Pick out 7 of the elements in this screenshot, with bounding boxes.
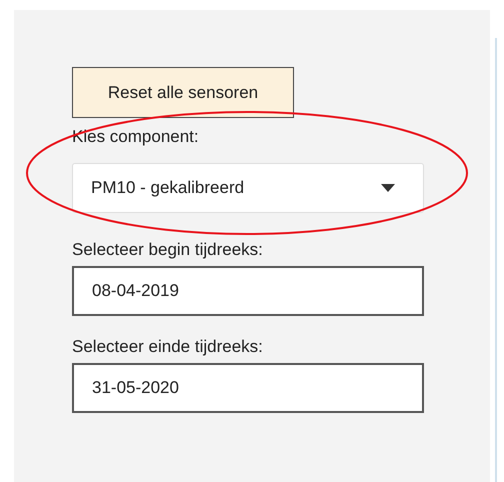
component-select[interactable]: PM10 - gekalibreerd xyxy=(72,163,424,213)
date-field[interactable]: 31-05-2020 xyxy=(72,363,424,413)
reset-button[interactable]: Reset alle sensoren xyxy=(72,67,294,118)
field-label: Selecteer einde tijdreeks: xyxy=(72,336,264,358)
field-label: Selecteer begin tijdreeks: xyxy=(72,239,264,261)
date-field[interactable]: 08-04-2019 xyxy=(72,266,424,316)
caret-icon xyxy=(381,184,395,192)
